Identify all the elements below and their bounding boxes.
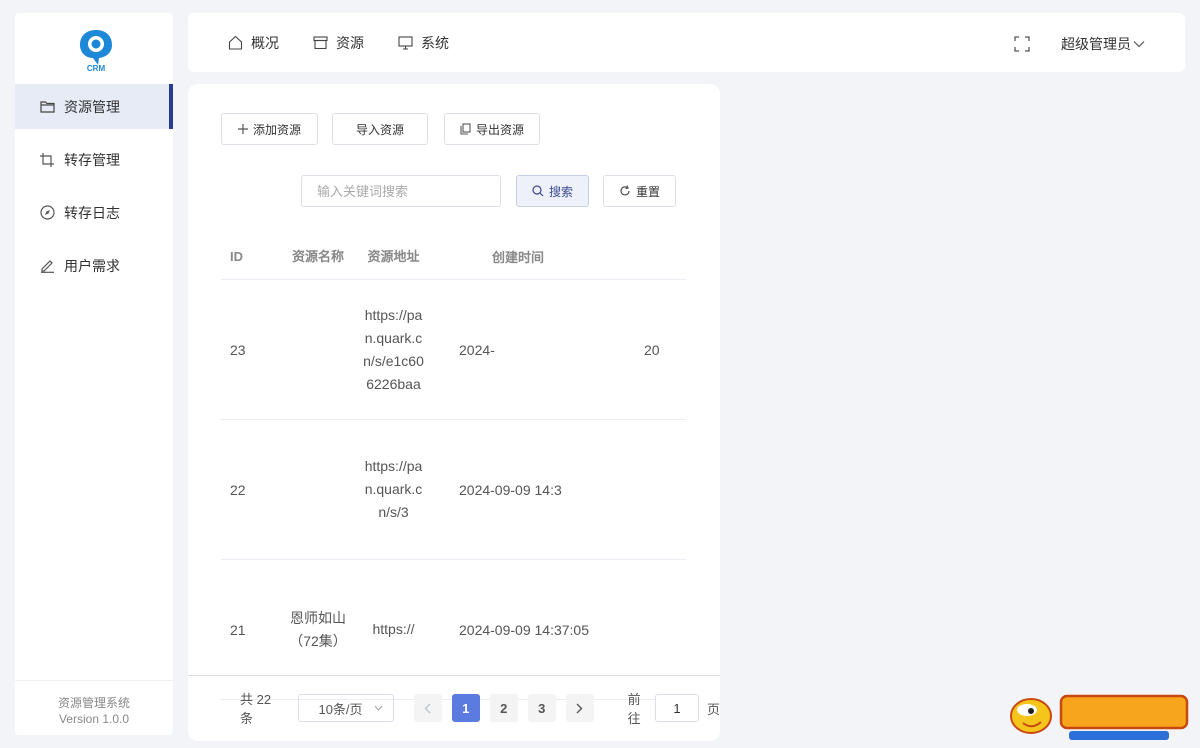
sidebar-item-label: 用户需求 [64, 257, 120, 274]
monitor-icon [398, 35, 413, 50]
pagination: 共 22 条 10条/页 1 2 3 前往 页 [240, 692, 720, 726]
page-button-3[interactable]: 3 [527, 694, 556, 722]
nav-label: 系统 [421, 34, 449, 51]
chevron-down-icon [1133, 41, 1145, 48]
button-label: 导入资源 [355, 122, 404, 137]
cell-more: 20 [644, 341, 660, 358]
crop-icon [39, 152, 55, 168]
box-icon [313, 36, 328, 49]
nav-overview[interactable]: 概况 [228, 33, 279, 53]
cell-id: 23 [230, 341, 246, 358]
next-page-button[interactable] [565, 694, 594, 722]
cell-name: 恩师如山（72集） [289, 609, 347, 649]
goto-page: 前往 页 [628, 689, 720, 727]
page-size-value: 10条/页 [318, 701, 363, 717]
sidebar-item-resources[interactable]: 资源管理 [15, 84, 173, 129]
sidebar-item-label: 转存日志 [64, 204, 120, 221]
page-size-select[interactable]: 10条/页 [298, 694, 394, 722]
home-icon [228, 35, 243, 50]
button-label: 导出资源 [475, 122, 524, 137]
top-nav: 概况 资源 系统 [228, 13, 483, 72]
nav-system[interactable]: 系统 [398, 33, 449, 53]
chevron-left-icon [424, 703, 431, 713]
watermark-logo [1010, 694, 1189, 740]
table-row[interactable]: 23 https://pan.quark.cn/s/e1c606226baa 2… [221, 280, 686, 420]
add-resource-button[interactable]: 添加资源 [221, 113, 318, 145]
search-button[interactable]: 搜索 [516, 175, 589, 207]
goto-label: 前往 [627, 692, 641, 726]
cell-time: 2024-09-09 14:37:05 [459, 621, 589, 638]
plus-icon [237, 124, 248, 134]
cell-id: 22 [230, 481, 246, 498]
search-input[interactable] [301, 175, 501, 207]
top-bar: 概况 资源 系统 超级管理员 [188, 13, 1185, 72]
cell-url: https://pan.quark.cn/s/e1c606226baa [363, 306, 424, 392]
app-version: Version 1.0.0 [58, 712, 130, 726]
cell-time: 2024- [459, 341, 495, 358]
folder-icon [39, 99, 55, 115]
prev-page-button[interactable] [413, 694, 442, 722]
import-resource-button[interactable]: 导入资源 [332, 113, 428, 145]
button-label: 添加资源 [252, 122, 301, 137]
page-button-2[interactable]: 2 [489, 694, 518, 722]
chevron-down-icon [374, 705, 383, 711]
total-count: 共 22 条 [240, 692, 272, 726]
goto-page-input[interactable] [654, 694, 699, 722]
cell-id: 21 [230, 621, 246, 638]
compass-icon [39, 205, 55, 221]
cell-url: https:// [372, 621, 415, 637]
sidebar: CRM 资源管理 转存管理 转存日志 用户需求 资源管理系统 Version 1… [15, 13, 173, 735]
page-unit-label: 页 [706, 701, 720, 717]
sidebar-menu: 资源管理 转存管理 转存日志 用户需求 [15, 84, 173, 296]
refresh-icon [620, 185, 630, 196]
table-scroll-divider [188, 675, 720, 676]
sidebar-item-transfer[interactable]: 转存管理 [15, 137, 173, 182]
logo-icon: CRM [80, 30, 112, 73]
header-name: 资源名称 [291, 249, 344, 264]
user-dropdown[interactable]: 超级管理员 [1061, 34, 1145, 54]
sidebar-item-user-requests[interactable]: 用户需求 [15, 243, 173, 288]
cell-url: https://pan.quark.cn/s/3 [364, 458, 423, 520]
sidebar-item-label: 转存管理 [64, 151, 120, 168]
export-resource-button[interactable]: 导出资源 [444, 113, 540, 145]
button-label: 重置 [635, 184, 660, 199]
header-time: 创建时间 [492, 250, 545, 265]
fullscreen-icon[interactable] [1014, 36, 1030, 52]
app-name: 资源管理系统 [57, 696, 130, 710]
cell-time: 2024-09-09 14:3 [459, 481, 562, 498]
table-row[interactable]: 22 https://pan.quark.cn/s/3 2024-09-09 1… [221, 420, 686, 560]
copy-icon [460, 123, 471, 135]
page-button-1[interactable]: 1 [451, 694, 480, 722]
sidebar-item-label: 资源管理 [64, 98, 120, 115]
sidebar-footer: 资源管理系统 Version 1.0.0 [15, 695, 173, 727]
header-id: ID [230, 249, 243, 264]
logo-text: CRM [87, 64, 106, 73]
chevron-right-icon [576, 703, 583, 713]
reset-button[interactable]: 重置 [603, 175, 676, 207]
nav-resources[interactable]: 资源 [313, 33, 364, 53]
table-header: ID 资源名称 资源地址 创建时间 [221, 234, 686, 280]
user-name: 超级管理员 [1061, 36, 1131, 52]
nav-label: 概况 [251, 34, 279, 51]
nav-label: 资源 [336, 34, 364, 51]
resource-table: ID 资源名称 资源地址 创建时间 23 https://pan.quark.c… [221, 234, 686, 700]
table-row[interactable]: 21 恩师如山（72集） https:// 2024-09-09 14:37:0… [221, 560, 686, 700]
edit-icon [39, 258, 55, 274]
button-label: 搜索 [548, 184, 573, 199]
header-url: 资源地址 [367, 249, 420, 264]
sidebar-item-transfer-log[interactable]: 转存日志 [15, 190, 173, 235]
resource-panel: 添加资源 导入资源 导出资源 搜索 重置 ID 资源名称 资源地址 创建时间 2… [188, 84, 720, 741]
footer-divider [15, 680, 173, 681]
search-icon [532, 185, 544, 197]
